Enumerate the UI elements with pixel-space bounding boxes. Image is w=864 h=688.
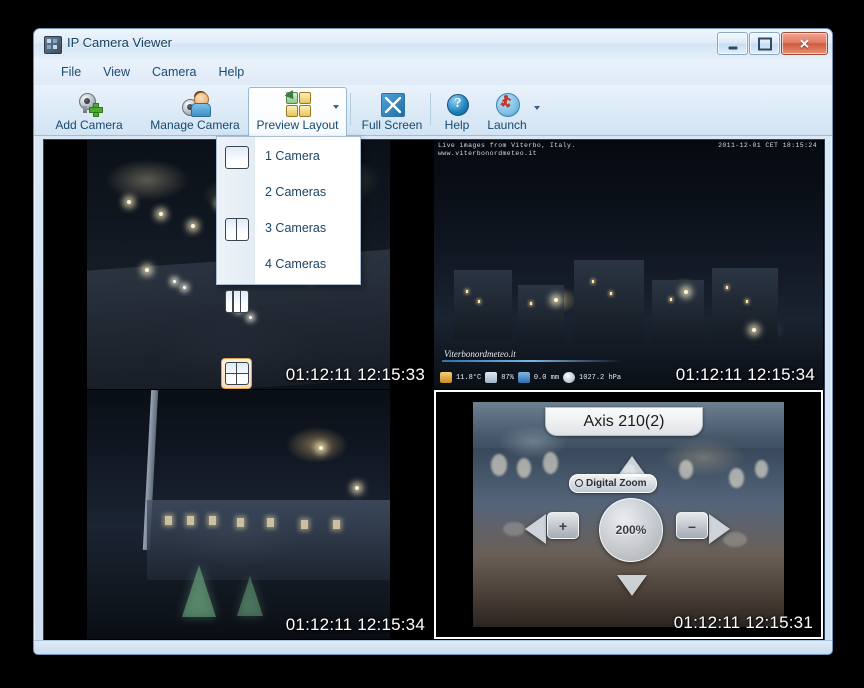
help-button[interactable]: ? Help: [434, 87, 480, 138]
layout-option-4-cameras[interactable]: 4 Cameras: [217, 246, 360, 389]
layout-1-pane-icon: [221, 142, 252, 173]
full-screen-icon: [379, 91, 405, 117]
layout-option-4-cameras-label: 4 Cameras: [265, 257, 327, 271]
window-title: IP Camera Viewer: [67, 35, 173, 50]
zoom-level-dial[interactable]: 200%: [599, 498, 663, 562]
ptz-left-arrow-icon[interactable]: [525, 514, 546, 544]
status-bar: [34, 640, 832, 654]
full-screen-label: Full Screen: [361, 118, 423, 132]
launch-chevron-down-icon[interactable]: [534, 106, 540, 110]
help-icon: ?: [444, 91, 470, 117]
preview-layout-button[interactable]: Preview Layout: [248, 87, 347, 138]
menu-bar: File View Camera Help: [34, 59, 832, 86]
ptz-right-arrow-icon[interactable]: [709, 514, 730, 544]
camera-bottom-right-timestamp: 01:12:11 12:15:31: [673, 613, 813, 632]
layout-option-2-cameras[interactable]: 2 Cameras: [217, 174, 360, 241]
weather-temperature: 11.8°C: [456, 373, 482, 382]
window-frame: IP Camera Viewer ✕ File View Camera Help: [34, 29, 832, 654]
close-button[interactable]: ✕: [781, 32, 828, 55]
zoom-out-button[interactable]: –: [676, 512, 708, 539]
camera-top-right-timestamp: 01:12:11 12:15:34: [675, 365, 815, 384]
camera-top-right-header-line2: www.viterbonordmeteo.it: [438, 150, 537, 157]
camera-top-right-date: 2011-12-01 CET 18:15:24: [718, 142, 817, 149]
ptz-controls[interactable]: Digital Zoom + – 200%: [525, 456, 730, 596]
preview-layout-dropdown: 1 Camera 2 Cameras 3 Cameras 4 Cameras: [216, 136, 361, 389]
toolbar-separator-2: [430, 93, 431, 125]
camera-feed-top-right: Live images from Viterbo, Italy. www.vit…: [434, 140, 823, 389]
camera-feed-bottom-left: [87, 390, 390, 639]
minimize-button[interactable]: [717, 32, 748, 55]
title-bar[interactable]: IP Camera Viewer ✕: [34, 29, 832, 60]
camera-feed-bottom-right: Axis 210(2) Digital Zoom + – 200%: [473, 402, 784, 627]
layout-option-3-cameras-label: 3 Cameras: [265, 221, 327, 235]
launch-button[interactable]: Launch: [480, 87, 534, 138]
window-controls: ✕: [716, 32, 828, 55]
manage-camera-label: Manage Camera: [150, 118, 240, 132]
digital-zoom-label: Digital Zoom: [586, 478, 647, 489]
weather-humidity: 87%: [501, 373, 514, 382]
layout-4-pane-icon: [221, 358, 252, 389]
camera-top-right-header-line1: Live images from Viterbo, Italy.: [438, 142, 576, 149]
menu-item-file[interactable]: File: [50, 62, 92, 82]
preview-layout-label: Preview Layout: [256, 118, 339, 132]
camera-pane-bottom-left[interactable]: 01:12:11 12:15:34: [44, 390, 433, 639]
toolbar: Add Camera Manage Camera Preview Layout …: [34, 85, 832, 138]
layout-option-2-cameras-label: 2 Cameras: [265, 185, 327, 199]
layout-option-3-cameras[interactable]: 3 Cameras: [217, 210, 360, 313]
launch-icon: [494, 91, 520, 117]
layout-option-1-camera-label: 1 Camera: [265, 149, 320, 163]
menu-item-camera[interactable]: Camera: [141, 62, 207, 82]
ptz-down-arrow-icon[interactable]: [617, 575, 647, 596]
manage-camera-button[interactable]: Manage Camera: [142, 87, 248, 138]
humidity-icon: [485, 372, 498, 383]
screen: IP Camera Viewer ✕ File View Camera Help: [0, 0, 864, 688]
camera-name-label: Axis 210(2): [545, 407, 703, 436]
toolbar-separator: [350, 93, 351, 125]
help-label: Help: [444, 118, 470, 132]
camera-grid: 19:12:34 01:12:11 12:15:33: [43, 139, 825, 641]
camera-bottom-left-timestamp: 01:12:11 12:15:34: [285, 615, 425, 634]
manage-camera-icon: [182, 91, 211, 117]
preview-layout-icon: [284, 89, 311, 117]
camera-pane-top-right[interactable]: Live images from Viterbo, Italy. www.vit…: [434, 140, 823, 389]
weather-strip: 11.8°C 87% 0.0 mm 1027.2 hPa: [440, 372, 621, 383]
digital-zoom-tooltip: Digital Zoom: [569, 474, 657, 493]
thermometer-icon: [440, 372, 452, 383]
launch-label: Launch: [487, 118, 527, 132]
menu-item-help[interactable]: Help: [208, 62, 256, 82]
camera-pane-bottom-right[interactable]: Axis 210(2) Digital Zoom + – 200% 01:12:…: [434, 390, 823, 639]
weather-rule: [442, 360, 622, 362]
add-camera-label: Add Camera: [55, 118, 123, 132]
tree-shape-2: [237, 576, 263, 616]
add-camera-icon: [76, 91, 103, 117]
full-screen-button[interactable]: Full Screen: [356, 87, 428, 138]
rain-icon: [517, 372, 530, 383]
tree-shape: [182, 565, 216, 617]
barometer-icon: [563, 372, 576, 383]
weather-rain: 0.0 mm: [533, 373, 560, 382]
menu-item-view[interactable]: View: [92, 62, 141, 82]
weather-site-name: Viterbonordmeteo.it: [444, 349, 516, 359]
layout-3-pane-icon: [221, 286, 252, 317]
camera-top-left-timestamp: 01:12:11 12:15:33: [285, 365, 425, 384]
ip-camera-viewer-window: IP Camera Viewer ✕ File View Camera Help: [33, 28, 833, 655]
restore-button[interactable]: [749, 32, 780, 55]
zoom-level-value: 200%: [615, 523, 647, 537]
weather-pressure: 1027.2 hPa: [579, 373, 622, 382]
zoom-in-button[interactable]: +: [547, 512, 579, 539]
preview-layout-chevron-down-icon[interactable]: [333, 105, 339, 109]
app-grid-icon: [44, 36, 62, 54]
camera-top-right-header: Live images from Viterbo, Italy. www.vit…: [438, 142, 576, 158]
add-camera-button[interactable]: Add Camera: [44, 87, 134, 138]
layout-option-1-camera[interactable]: 1 Camera: [217, 138, 360, 174]
